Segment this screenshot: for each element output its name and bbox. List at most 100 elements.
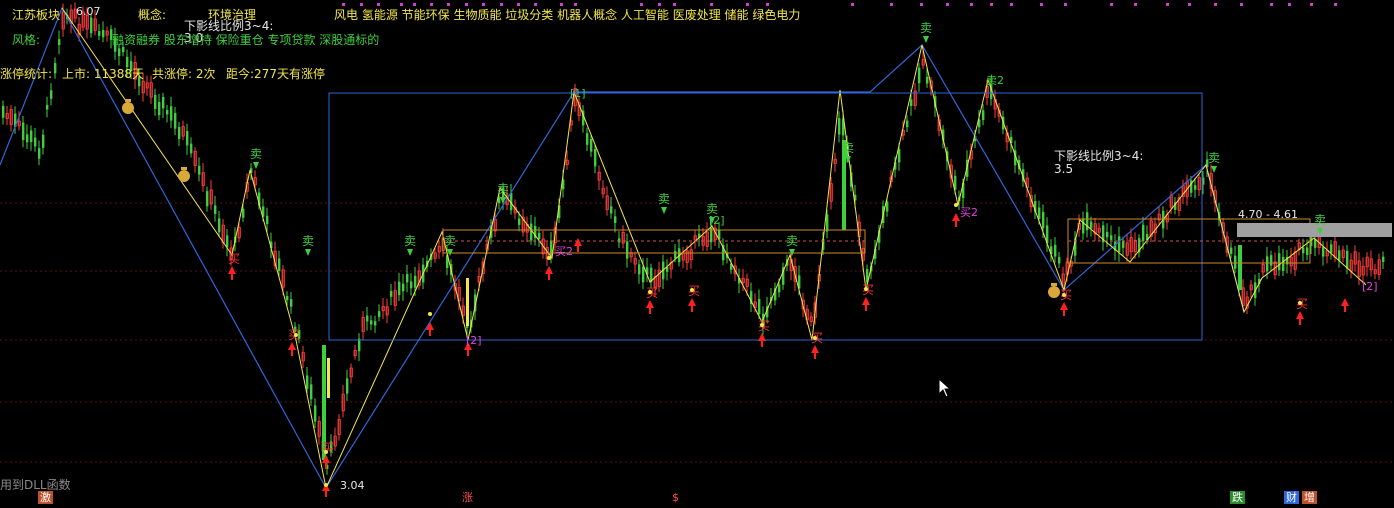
candle-body: [518, 218, 521, 225]
candle-body: [414, 275, 417, 288]
candle-body: [174, 113, 177, 129]
top-dot: [500, 3, 503, 6]
signal-dot: [813, 336, 817, 340]
candle-body: [286, 296, 289, 301]
candle-body: [1122, 241, 1125, 248]
candle-body: [34, 137, 37, 147]
buy-signal: 买: [811, 331, 823, 345]
bracket-signal: 买2: [555, 245, 573, 258]
candle-body: [610, 206, 613, 214]
sell-signal: 卖: [250, 147, 262, 161]
top-dot: [342, 3, 345, 6]
candle-body: [26, 134, 29, 143]
buy-signal: 买: [862, 283, 874, 297]
candle-body: [1054, 244, 1057, 257]
badge-ji[interactable]: 激: [38, 491, 53, 504]
candle-body: [54, 63, 57, 74]
candle-body: [310, 384, 313, 400]
candle-body: [158, 101, 161, 116]
sell-signal: 卖: [786, 234, 798, 248]
candle-body: [90, 17, 93, 34]
sell-signal: 卖: [1208, 151, 1220, 165]
candle-body: [278, 258, 281, 272]
candle-body: [498, 197, 501, 204]
candle-body: [290, 299, 293, 307]
candle-body: [186, 131, 189, 146]
top-dot: [658, 3, 661, 6]
top-dot: [560, 3, 563, 6]
candle-body: [374, 321, 377, 326]
top-dot: [430, 3, 433, 6]
badge-zeng[interactable]: 增: [1302, 491, 1317, 504]
candle-body: [190, 143, 193, 154]
buy-signal: 买: [688, 284, 700, 298]
badge-cai[interactable]: 财: [1284, 491, 1299, 504]
sell-signal: 卖: [842, 141, 854, 155]
top-dot: [1134, 3, 1137, 6]
sell-signal: 卖: [658, 192, 670, 206]
buy-signal: 买: [646, 286, 658, 300]
shadow-ratio-right-value: 3.5: [1054, 162, 1074, 176]
bracket-signal: [2]: [1362, 280, 1378, 293]
top-dot: [1064, 3, 1067, 6]
candle-body: [390, 291, 393, 297]
signal-dot: [864, 287, 868, 291]
candle-body: [642, 266, 645, 283]
candle-body: [918, 67, 921, 84]
sell-arrow-icon: [1211, 166, 1217, 173]
candle-body: [314, 405, 317, 422]
badge-zhang[interactable]: 涨: [460, 491, 475, 504]
money-bag-icon: [1048, 286, 1060, 298]
candle-body: [126, 56, 129, 68]
candle-body: [22, 122, 25, 140]
candle-body: [1086, 212, 1089, 231]
candle-body: [50, 90, 53, 99]
mouse-cursor-icon: [938, 378, 952, 398]
sell-arrow-icon: [661, 207, 667, 214]
candle-body: [2, 105, 5, 118]
buy-signal: 买: [322, 441, 334, 455]
top-dot: [447, 3, 450, 6]
candle-body: [618, 238, 621, 243]
top-dot: [766, 3, 769, 6]
candle-body: [162, 96, 165, 109]
candle-body: [1302, 247, 1305, 254]
top-dot: [1334, 3, 1337, 6]
signal-dot: [1298, 301, 1302, 305]
top-dot: [920, 3, 923, 6]
stock-name: 江苏板块: [12, 8, 61, 22]
candle-body: [638, 264, 641, 275]
signal-dot: [547, 256, 551, 260]
sell-arrow-icon: [923, 36, 929, 43]
badge-die[interactable]: 跌: [1230, 491, 1245, 504]
candle-body: [758, 299, 761, 315]
candle-body: [1382, 256, 1385, 262]
candle-body: [1142, 224, 1145, 241]
top-dot: [1188, 3, 1191, 6]
top-dot: [890, 3, 893, 6]
top-dot: [1240, 3, 1243, 6]
top-dot: [851, 3, 854, 6]
top-dot: [413, 3, 416, 6]
candle-body: [1118, 236, 1121, 252]
candle-body: [1282, 256, 1285, 272]
candle-body: [1082, 218, 1085, 234]
top-dot: [1214, 3, 1217, 6]
candle-body: [1338, 250, 1341, 261]
candle-body: [122, 47, 125, 53]
badge-dollar[interactable]: $: [670, 491, 681, 504]
candle-body: [242, 208, 245, 218]
bracket-signal: [2]: [466, 334, 482, 347]
money-bag-icon: [178, 170, 190, 182]
top-dot: [574, 3, 577, 6]
limit-days: 上市: 11388天: [62, 67, 145, 81]
candle-body: [98, 31, 101, 36]
sell-signal: 卖: [444, 234, 456, 248]
buy-signal: 买: [228, 252, 240, 266]
top-dot: [640, 3, 643, 6]
top-dot: [673, 3, 676, 6]
candle-body: [1090, 221, 1093, 229]
candle-body: [538, 232, 541, 240]
buy-signal: 买: [758, 319, 770, 333]
candle-body: [1234, 255, 1237, 269]
